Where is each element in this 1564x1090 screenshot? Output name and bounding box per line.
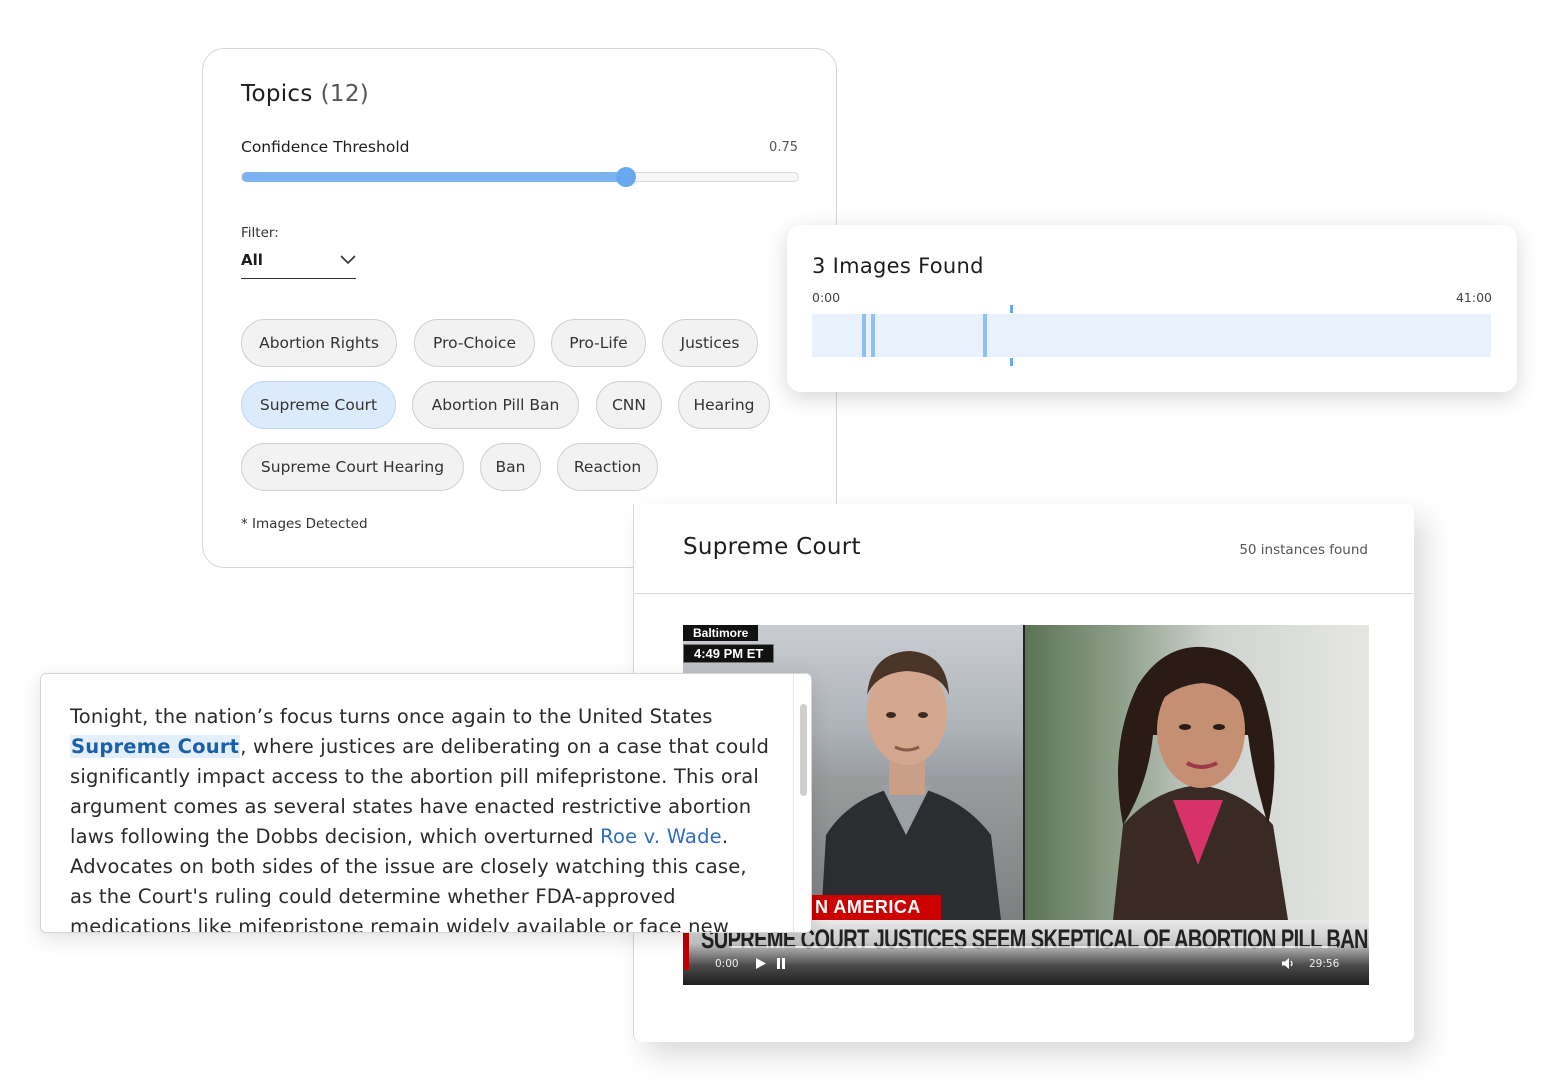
topic-chip-ban[interactable]: Ban bbox=[480, 443, 541, 491]
pause-icon[interactable] bbox=[776, 957, 786, 970]
image-timeline[interactable] bbox=[812, 305, 1491, 366]
transcript-scroll-thumb[interactable] bbox=[800, 704, 807, 796]
supreme-court-title: Supreme Court bbox=[683, 534, 861, 560]
filter-selected-value: All bbox=[241, 251, 263, 269]
broadcast-time-tag: 4:49 PM ET bbox=[683, 644, 775, 663]
confidence-slider[interactable] bbox=[241, 167, 799, 187]
video-duration: 29:56 bbox=[1309, 958, 1340, 970]
transcript-link[interactable]: Roe v. Wade bbox=[600, 825, 722, 848]
topic-chip-abortion-pill-ban[interactable]: Abortion Pill Ban bbox=[412, 381, 579, 429]
filter-label: Filter: bbox=[241, 225, 279, 241]
timeline-playhead[interactable] bbox=[1010, 305, 1013, 366]
news-banner: N AMERICA bbox=[811, 895, 941, 920]
transcript-segment: Tonight, the nation’s focus turns once a… bbox=[70, 705, 713, 728]
transcript-scrollbar[interactable] bbox=[793, 674, 811, 932]
filter-dropdown[interactable]: All bbox=[241, 249, 356, 279]
transcript-text: Tonight, the nation’s focus turns once a… bbox=[70, 702, 770, 932]
guest-image bbox=[1113, 646, 1288, 920]
video-current-time: 0:00 bbox=[715, 958, 739, 970]
play-icon[interactable] bbox=[755, 957, 767, 970]
topic-chip-pro-life[interactable]: Pro-Life bbox=[551, 319, 646, 367]
topics-title: Topics bbox=[241, 81, 313, 107]
topics-heading: Topics (12) bbox=[241, 81, 369, 107]
topic-chip-abortion-rights[interactable]: Abortion Rights bbox=[241, 319, 397, 367]
topic-chip-supreme-court-hearing[interactable]: Supreme Court Hearing bbox=[241, 443, 464, 491]
image-marker[interactable] bbox=[983, 314, 987, 357]
confidence-threshold-value: 0.75 bbox=[769, 140, 798, 155]
images-found-panel: 3 Images Found 0:00 41:00 bbox=[787, 225, 1517, 392]
topic-chip-hearing[interactable]: Hearing bbox=[678, 381, 770, 429]
topic-chip-supreme-court[interactable]: Supreme Court bbox=[241, 381, 396, 429]
topic-chip-justices[interactable]: Justices bbox=[662, 319, 758, 367]
images-found-title: 3 Images Found bbox=[812, 254, 984, 278]
topic-chip-pro-choice[interactable]: Pro-Choice bbox=[414, 319, 535, 367]
topic-chip-reaction[interactable]: Reaction bbox=[557, 443, 658, 491]
chevron-down-icon bbox=[340, 255, 356, 265]
transcript-panel: Tonight, the nation’s focus turns once a… bbox=[40, 673, 812, 933]
topics-panel: Topics (12) Confidence Threshold 0.75 Fil… bbox=[202, 48, 837, 568]
image-marker[interactable] bbox=[871, 314, 875, 357]
timeline-end-time: 41:00 bbox=[1455, 290, 1492, 305]
transcript-highlight[interactable]: Supreme Court bbox=[70, 735, 241, 758]
volume-icon[interactable] bbox=[1281, 957, 1295, 970]
confidence-slider-thumb[interactable] bbox=[615, 167, 636, 187]
panel-divider bbox=[634, 593, 1414, 594]
video-progress-bar[interactable] bbox=[729, 946, 1337, 948]
confidence-threshold-label: Confidence Threshold bbox=[241, 138, 410, 156]
topic-chip-cnn[interactable]: CNN bbox=[596, 381, 662, 429]
image-marker[interactable] bbox=[862, 314, 866, 357]
location-tag: Baltimore bbox=[683, 625, 759, 641]
reporter-image bbox=[821, 651, 1001, 920]
confidence-slider-fill bbox=[242, 172, 626, 182]
timeline-start-time: 0:00 bbox=[812, 290, 841, 305]
topics-count: (12) bbox=[320, 81, 370, 107]
images-detected-note: * Images Detected bbox=[241, 516, 368, 532]
instances-count: 50 instances found bbox=[1239, 542, 1368, 558]
